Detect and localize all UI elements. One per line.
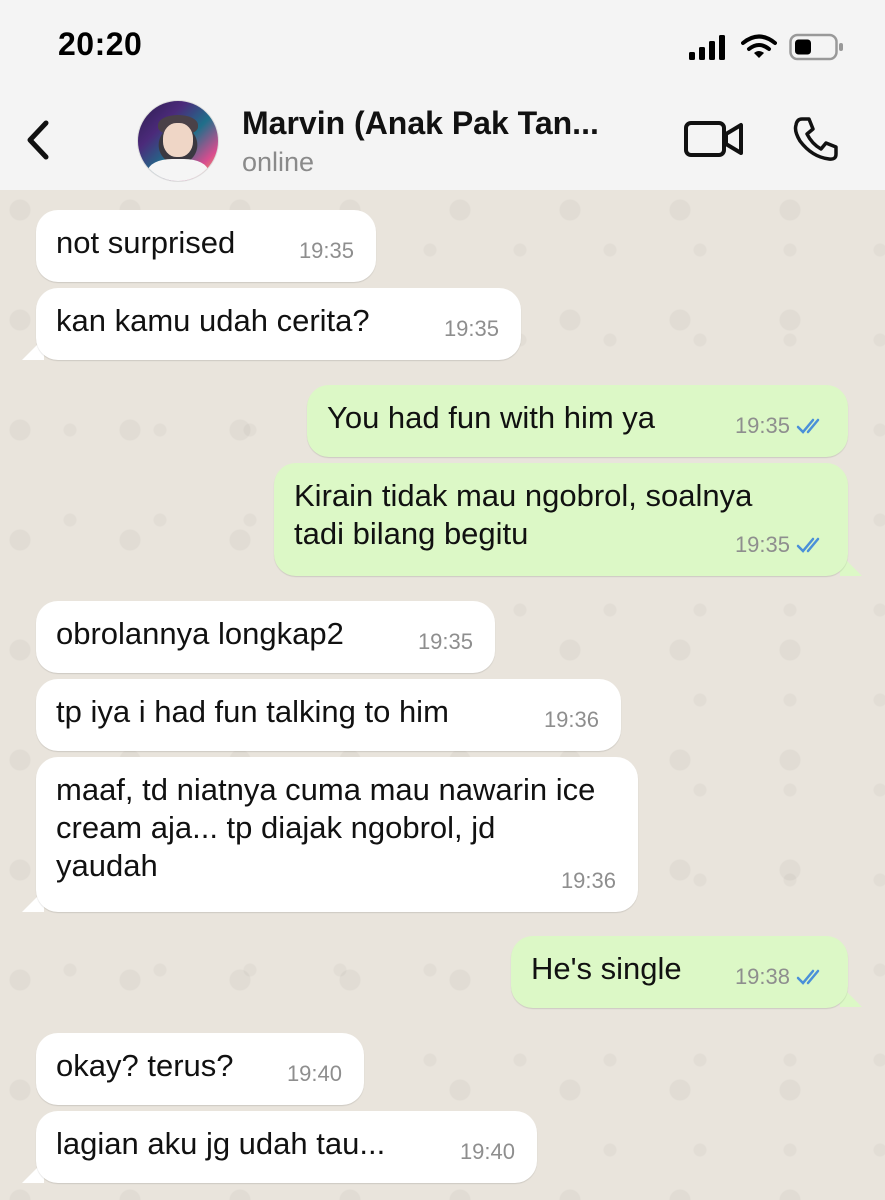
message-bubble-incoming[interactable]: okay? terus? 19:40 — [36, 1033, 364, 1105]
message-bubble-outgoing[interactable]: He's single 19:38 — [511, 936, 848, 1008]
message-time: 19:36 — [543, 707, 599, 732]
message-bubble-incoming[interactable]: kan kamu udah cerita? 19:35 — [36, 288, 521, 360]
message-text: obrolannya longkap2 — [56, 616, 344, 651]
message-bubble-incoming[interactable]: maaf, td niatnya cuma mau nawarin ice cr… — [36, 757, 638, 912]
read-ticks-icon — [796, 969, 820, 985]
message-time: 19:38 — [735, 958, 826, 996]
message-time: 19:35 — [735, 526, 826, 564]
back-chevron-icon[interactable] — [18, 115, 58, 165]
avatar[interactable] — [137, 100, 219, 182]
message-bubble-incoming[interactable]: not surprised 19:35 — [36, 210, 376, 282]
chat-header: Marvin (Anak Pak Tan... online — [0, 95, 885, 191]
read-ticks-icon — [796, 537, 820, 553]
message-bubble-outgoing[interactable]: You had fun with him ya 19:35 — [307, 385, 848, 457]
message-time: 19:40 — [286, 1061, 342, 1086]
contact-status: online — [242, 147, 315, 177]
message-text: lagian aku jg udah tau... — [56, 1126, 386, 1161]
message-time: 19:35 — [443, 316, 499, 341]
message-text: maaf, td niatnya cuma mau nawarin ice cr… — [56, 772, 596, 883]
wifi-icon — [741, 34, 777, 58]
message-time: 19:35 — [735, 407, 826, 445]
video-call-icon[interactable] — [684, 119, 744, 159]
message-time: 19:35 — [417, 629, 473, 654]
status-icons — [689, 30, 845, 64]
signal-icon — [689, 35, 725, 60]
message-bubble-incoming[interactable]: obrolannya longkap2 19:35 — [36, 601, 495, 673]
message-text: tp iya i had fun talking to him — [56, 694, 449, 729]
chat-area: not surprised 19:35 kan kamu udah cerita… — [0, 190, 885, 1200]
status-time: 20:20 — [58, 26, 143, 62]
message-text: kan kamu udah cerita? — [56, 303, 370, 338]
message-bubble-incoming[interactable]: tp iya i had fun talking to him 19:36 — [36, 679, 621, 751]
message-bubble-incoming[interactable]: lagian aku jg udah tau... 19:40 — [36, 1111, 537, 1183]
message-time: 19:40 — [459, 1139, 515, 1164]
message-time: 19:35 — [298, 238, 354, 263]
contact-name[interactable]: Marvin (Anak Pak Tan... — [242, 105, 599, 142]
read-ticks-icon — [796, 418, 820, 434]
status-bar: 20:20 — [0, 0, 885, 95]
phone-icon[interactable] — [792, 115, 840, 163]
message-bubble-outgoing[interactable]: Kirain tidak mau ngobrol, soalnya tadi b… — [274, 463, 848, 576]
battery-icon — [789, 33, 843, 61]
message-time: 19:36 — [560, 868, 616, 893]
